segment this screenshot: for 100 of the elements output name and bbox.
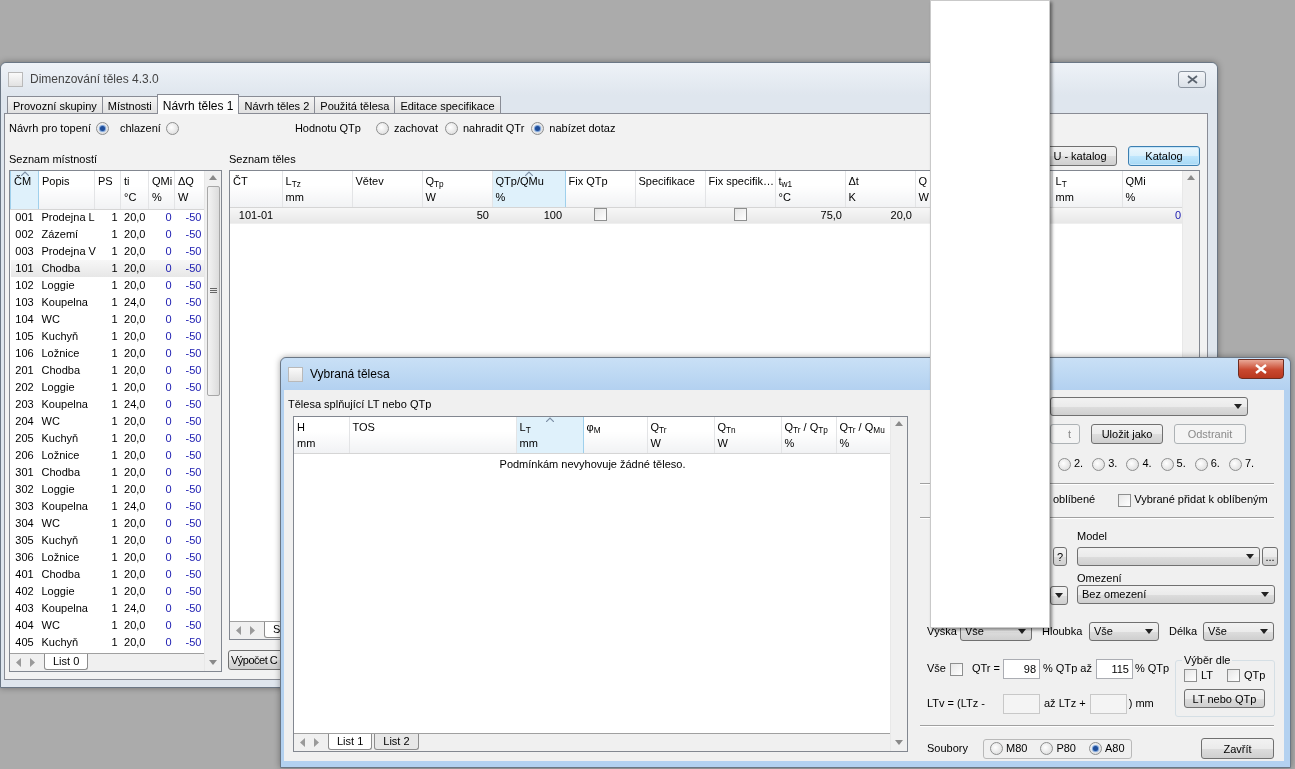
checkbox[interactable] <box>1118 493 1132 507</box>
sheet-tab[interactable]: List 0 <box>44 654 89 670</box>
table-cell-text: -50 <box>184 481 203 497</box>
table-cell-text: -50 <box>184 328 203 344</box>
dropdown[interactable] <box>1050 586 1068 605</box>
radio-button[interactable] <box>1228 457 1242 471</box>
column-header[interactable]: L$_{T}$ mm <box>1052 171 1122 207</box>
column-header[interactable]: Δt K <box>845 171 915 207</box>
input-field[interactable] <box>1003 694 1040 714</box>
column-header[interactable]: H mm <box>294 417 349 453</box>
table-cell-text: Loggie <box>40 583 76 599</box>
radio-label: P80 <box>1056 741 1076 756</box>
column-header[interactable]: φ$_{M}$ <box>583 417 647 453</box>
vertical-scrollbar[interactable] <box>204 171 221 671</box>
input-field[interactable] <box>1089 694 1127 714</box>
close-button[interactable] <box>1238 359 1284 379</box>
radio-button[interactable] <box>990 742 1003 755</box>
column-header[interactable]: ČM <box>10 171 39 209</box>
column-header[interactable]: Popis <box>38 171 95 209</box>
radio-button[interactable] <box>375 122 389 135</box>
column-header[interactable]: QMi % <box>148 171 175 209</box>
input-field[interactable]: 98 <box>1003 659 1040 679</box>
radio-button[interactable] <box>445 122 458 135</box>
button[interactable]: ... <box>1262 547 1278 566</box>
tab[interactable]: Editace specifikace <box>394 96 501 113</box>
column-header[interactable]: Q$_{Tr}$ / Q$_{Tp}$ % <box>781 417 836 453</box>
checkbox[interactable] <box>950 662 963 676</box>
column-header[interactable]: ČT <box>230 171 282 207</box>
column-header[interactable]: QMi % <box>1122 171 1182 207</box>
table-cell-text: 20,0 <box>123 413 147 429</box>
sheet-tab[interactable]: List 1 <box>328 734 373 750</box>
window-title: Dimenzování těles 4.3.0 <box>30 71 159 87</box>
radio-button[interactable] <box>1040 742 1054 755</box>
tab[interactable]: Návrh těles 1 <box>156 94 240 114</box>
table-cell-text: 20,0 <box>123 345 147 361</box>
table-cell-text: 1 <box>110 447 119 463</box>
radio-button[interactable] <box>1194 457 1208 471</box>
table-cell: 0 <box>148 277 175 294</box>
dropdown[interactable]: Vše <box>1203 622 1274 641</box>
column-header[interactable]: Fix QTp <box>565 171 635 207</box>
tab[interactable]: Provozní skupiny <box>7 96 103 113</box>
vertical-scrollbar[interactable] <box>890 417 907 751</box>
caret-icon <box>1260 629 1268 634</box>
column-header[interactable]: Q$_{Tp}$ W <box>422 171 492 207</box>
button[interactable]: Zavřít <box>1201 738 1274 759</box>
radio-button[interactable] <box>95 122 109 135</box>
radio-button[interactable] <box>1058 457 1071 471</box>
table-cell: -50 <box>174 260 204 277</box>
radio-button[interactable] <box>1092 457 1106 471</box>
table-cell-text: 1 <box>110 311 119 327</box>
input-field[interactable]: 115 <box>1095 659 1133 679</box>
column-header[interactable]: L$_{Tz}$ mm <box>282 171 352 207</box>
close-icon <box>1255 364 1267 374</box>
checkbox[interactable] <box>1184 669 1197 683</box>
column-header[interactable]: Větev <box>352 171 422 207</box>
table-cell-text: 24,0 <box>123 600 147 616</box>
arrow-up-icon <box>895 421 903 426</box>
tab[interactable]: Návrh těles 2 <box>238 96 316 113</box>
radio-button[interactable] <box>1089 742 1102 755</box>
radio-button[interactable] <box>165 122 179 135</box>
column-header[interactable]: TOS <box>349 417 516 453</box>
column-header[interactable]: Fix specifik… <box>705 171 775 207</box>
group-title: Výběr dle <box>1182 653 1233 667</box>
table-cell-text: -50 <box>184 362 203 378</box>
radio-button[interactable] <box>1126 457 1140 471</box>
checkbox-label: LT <box>1201 669 1214 683</box>
button[interactable]: LT nebo QTp <box>1184 689 1265 709</box>
table-cell-text: Ložnice <box>40 447 81 463</box>
column-header[interactable]: L$_{T}$ mm <box>516 417 583 453</box>
close-button[interactable] <box>1178 70 1206 88</box>
radio-button[interactable] <box>1160 457 1174 471</box>
field-label: Délka <box>1169 624 1199 639</box>
tab[interactable]: Použitá tělesa <box>314 96 396 113</box>
table-cell-text: 0 <box>164 396 173 412</box>
dropdown[interactable]: Bez omezení <box>1077 585 1275 604</box>
column-header[interactable]: t$_{w1}$ °C <box>775 171 845 207</box>
column-header[interactable]: ΔQ W <box>174 171 204 209</box>
radio-label: M80 <box>1006 741 1028 756</box>
dropdown[interactable]: Vše <box>1089 622 1159 641</box>
button[interactable]: Katalog <box>1128 146 1200 166</box>
table-cell-text: 20,0 <box>123 549 147 565</box>
scrollbar-thumb[interactable] <box>206 186 220 396</box>
checkbox[interactable] <box>1227 669 1241 683</box>
column-header[interactable]: PS <box>94 171 121 209</box>
table-cell-text: 20,0 <box>123 634 147 650</box>
button[interactable]: ? <box>1053 547 1067 566</box>
table-cell-text: -50 <box>184 600 203 616</box>
button[interactable]: Uložit jako <box>1091 424 1163 444</box>
sheet-tab[interactable]: List 2 <box>374 734 419 750</box>
label: QTr = <box>972 662 1000 676</box>
column-header[interactable]: Q$_{Tn}$ W <box>714 417 781 453</box>
column-header[interactable]: QTp/QMu % <box>492 171 565 207</box>
radio-label: zachovat <box>393 121 438 136</box>
radio-button[interactable] <box>531 122 545 135</box>
table-cell-text: 0 <box>164 362 173 378</box>
column-header[interactable]: Q$_{Tr}$ W <box>647 417 714 453</box>
tab[interactable]: Místnosti <box>101 96 158 113</box>
column-header[interactable]: Q$_{Tr}$ / Q$_{Mu}$ % <box>836 417 890 453</box>
column-header[interactable]: ti °C <box>120 171 149 209</box>
column-header[interactable]: Specifikace <box>635 171 705 207</box>
